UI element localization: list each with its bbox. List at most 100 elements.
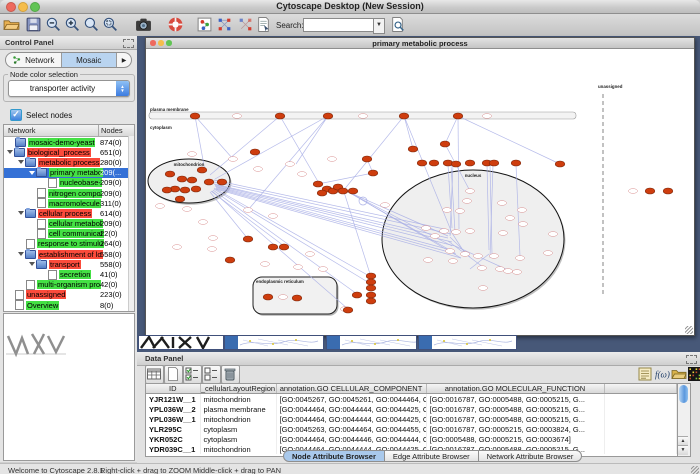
- tree-row[interactable]: macromolecule311(0): [4, 198, 134, 208]
- disclosure-triangle-icon[interactable]: [18, 160, 24, 164]
- graph-node-small[interactable]: [516, 256, 525, 261]
- tree-row[interactable]: cellular metabol209(0): [4, 219, 134, 229]
- graph-node[interactable]: [663, 188, 673, 194]
- tree-row[interactable]: establishment of lo558(0): [4, 249, 134, 259]
- graph-node-small[interactable]: [440, 229, 449, 234]
- select-nodes-checkbox[interactable]: ✓: [10, 109, 22, 121]
- graph-node-small[interactable]: [466, 189, 475, 194]
- graph-node[interactable]: [292, 295, 302, 301]
- background-window[interactable]: [224, 335, 324, 350]
- tree-row[interactable]: unassigned223(0): [4, 290, 134, 300]
- graph-node[interactable]: [366, 273, 376, 279]
- birdseye-view[interactable]: [3, 313, 135, 461]
- import-attributes-icon[interactable]: [671, 366, 687, 382]
- graph-node[interactable]: [187, 177, 197, 183]
- graph-node-small[interactable]: [466, 229, 475, 234]
- table-column-header[interactable]: _cellularLayoutRegion: [200, 384, 276, 394]
- graph-node[interactable]: [362, 156, 372, 162]
- graph-node-small[interactable]: [496, 267, 505, 272]
- graph-node[interactable]: [408, 146, 418, 152]
- tree-row[interactable]: nitrogen compo209(0): [4, 188, 134, 198]
- tree-row[interactable]: mosaic-demo-yeast874(0): [4, 137, 134, 147]
- background-window-titlechip[interactable]: [225, 336, 238, 349]
- vizmapper-icon[interactable]: [196, 16, 213, 33]
- network-canvas[interactable]: plasma membranecytoplasmmitochondrionnuc…: [146, 48, 692, 334]
- tree-scrollbar[interactable]: [128, 136, 134, 311]
- table-cell[interactable]: cytoplasm: [200, 434, 276, 444]
- graph-node[interactable]: [366, 298, 376, 304]
- graph-node-small[interactable]: [461, 252, 470, 257]
- graph-node-small[interactable]: [431, 234, 440, 239]
- graph-node-small[interactable]: [286, 162, 295, 167]
- graph-node[interactable]: [465, 160, 475, 166]
- graph-node[interactable]: [250, 149, 260, 155]
- table-cell[interactable]: [GO:0016787, GO:0005488, GO:0005215, G..…: [426, 404, 604, 414]
- tab-[interactable]: ▶: [117, 53, 131, 67]
- graph-node[interactable]: [279, 244, 289, 250]
- network-link-icon[interactable]: [237, 16, 254, 33]
- table-cell[interactable]: [GO:0016787, GO:0005488, GO:0005215, G..…: [426, 414, 604, 424]
- table-cell[interactable]: plasma membrane: [200, 404, 276, 414]
- background-window-titlechip[interactable]: [327, 336, 340, 349]
- tree-row[interactable]: transport558(0): [4, 259, 134, 269]
- graph-node-small[interactable]: [183, 207, 192, 212]
- table-row[interactable]: YKR052Ccytoplasm[GO:0044464, GO:0044446,…: [146, 434, 676, 444]
- graph-node[interactable]: [366, 292, 376, 298]
- create-attribute-icon[interactable]: [164, 365, 183, 384]
- attribute-table-icon[interactable]: [145, 365, 164, 384]
- table-row[interactable]: YPL036W__2plasma membrane[GO:0044464, GO…: [146, 404, 676, 414]
- background-window[interactable]: [418, 335, 517, 350]
- tree-row[interactable]: metabolic process280(0): [4, 157, 134, 167]
- graph-node-small[interactable]: [518, 208, 527, 213]
- graph-node-small[interactable]: [474, 254, 483, 259]
- graph-node[interactable]: [268, 244, 278, 250]
- table-cell[interactable]: mitochondrion: [200, 394, 276, 405]
- background-window-titlechip[interactable]: [419, 336, 432, 349]
- table-cell[interactable]: mitochondrion: [200, 414, 276, 424]
- graph-node-small[interactable]: [490, 254, 499, 259]
- graph-node[interactable]: [366, 279, 376, 285]
- graph-node-small[interactable]: [208, 247, 217, 252]
- graph-node[interactable]: [368, 170, 378, 176]
- graph-node-small[interactable]: [199, 220, 208, 225]
- advanced-search-icon[interactable]: [389, 16, 406, 33]
- table-cell[interactable]: mitochondrion: [200, 444, 276, 454]
- table-cell[interactable]: [GO:0044464, GO:0044444, GO:0044425, G..…: [276, 404, 426, 414]
- graph-node[interactable]: [204, 179, 214, 185]
- graph-node-small[interactable]: [269, 214, 278, 219]
- graph-node-small[interactable]: [233, 114, 242, 119]
- table-cell[interactable]: [GO:0045263, GO:0044464, GO:0044455, G..…: [276, 424, 426, 434]
- graph-node-small[interactable]: [381, 203, 390, 208]
- graph-node[interactable]: [348, 188, 358, 194]
- graph-node-small[interactable]: [519, 222, 528, 227]
- graph-node[interactable]: [317, 190, 327, 196]
- table-row[interactable]: YPL036W__1mitochondrion[GO:0044464, GO:0…: [146, 414, 676, 424]
- graph-node-small[interactable]: [544, 251, 553, 256]
- tree-row[interactable]: nucleobase-209(0): [4, 178, 134, 188]
- window-resize-grip[interactable]: [691, 466, 699, 474]
- search-input[interactable]: [303, 18, 375, 32]
- graph-node-small[interactable]: [456, 209, 465, 214]
- graph-node[interactable]: [263, 294, 273, 300]
- graph-node[interactable]: [243, 236, 253, 242]
- table-cell[interactable]: [GO:0044464, GO:0044444, GO:0044425, G..…: [276, 414, 426, 424]
- zoom-out-icon[interactable]: [45, 16, 62, 33]
- graph-node-small[interactable]: [479, 286, 488, 291]
- graph-node[interactable]: [366, 285, 376, 291]
- snapshot-icon[interactable]: [135, 16, 152, 33]
- graph-node-small[interactable]: [513, 270, 522, 275]
- graph-node[interactable]: [511, 160, 521, 166]
- graph-node-small[interactable]: [173, 245, 182, 250]
- graph-node-small[interactable]: [449, 259, 458, 264]
- zoom-in-icon[interactable]: [64, 16, 81, 33]
- graph-node-small[interactable]: [443, 208, 452, 213]
- node-color-select[interactable]: transporter activity ▲▼: [8, 80, 130, 97]
- annotation-icon[interactable]: [255, 16, 272, 33]
- tab-mosaic[interactable]: Mosaic: [62, 53, 118, 67]
- graph-node-small[interactable]: [424, 258, 433, 263]
- tree-row[interactable]: secretion41(0): [4, 269, 134, 279]
- table-cell[interactable]: [GO:0005488, GO:0005215, GO:0003674]: [426, 434, 604, 444]
- graph-node[interactable]: [217, 179, 227, 185]
- graph-node-small[interactable]: [478, 266, 487, 271]
- graph-node-small[interactable]: [483, 114, 492, 119]
